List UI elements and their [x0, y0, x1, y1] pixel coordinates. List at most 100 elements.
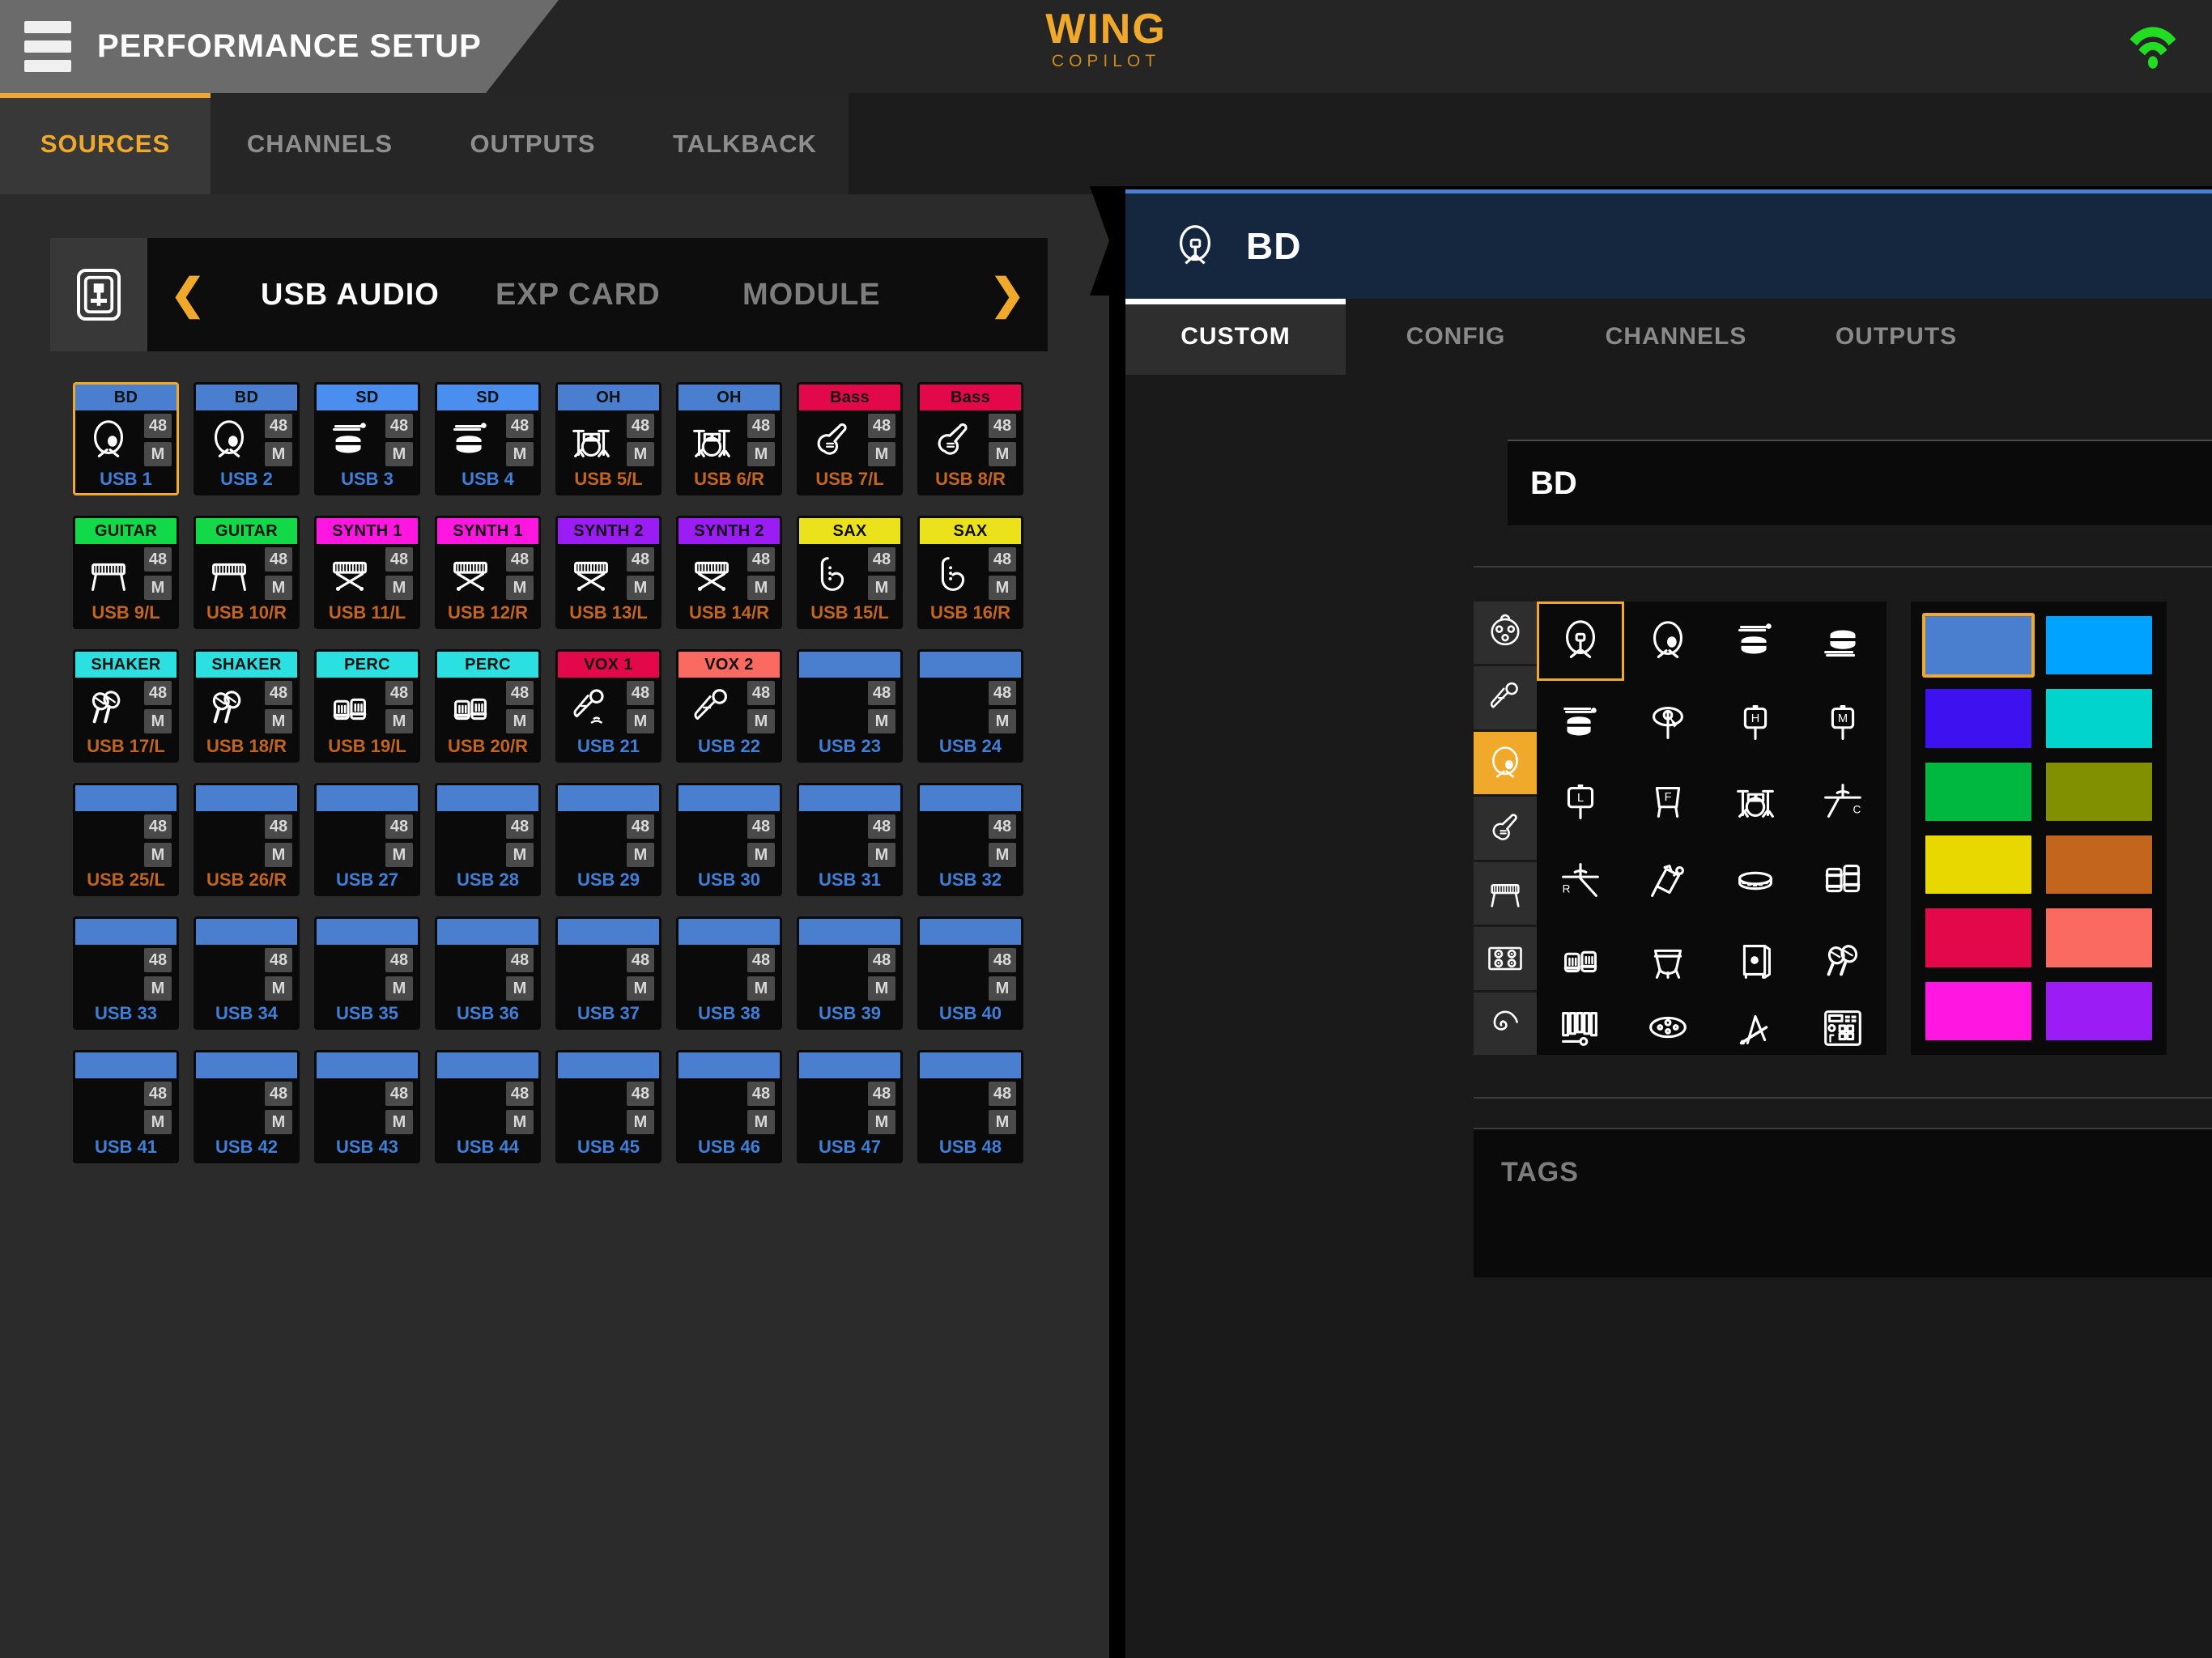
mode-badge[interactable]: M — [747, 709, 775, 733]
phantom-power-badge[interactable]: 48 — [747, 814, 775, 839]
phantom-power-badge[interactable]: 48 — [989, 948, 1016, 972]
source-tile[interactable]: 48 M USB 35 — [314, 916, 420, 1030]
mode-badge[interactable]: M — [627, 1110, 654, 1134]
source-tile[interactable]: 48 M USB 46 — [676, 1050, 782, 1163]
source-tile[interactable]: BD 48 M USB 2 — [194, 382, 300, 495]
bank-option-usb-audio[interactable]: USB AUDIO — [261, 278, 440, 312]
mode-badge[interactable]: M — [385, 976, 413, 1001]
mode-badge[interactable]: M — [506, 709, 534, 733]
mode-badge[interactable]: M — [144, 1110, 172, 1134]
phantom-power-badge[interactable]: 48 — [265, 414, 292, 438]
mode-badge[interactable]: M — [506, 976, 534, 1001]
color-swatch[interactable] — [1922, 979, 2035, 1044]
icon-category-microphone[interactable] — [1474, 666, 1537, 729]
icon-option[interactable] — [1712, 840, 1799, 920]
source-tile[interactable]: 48 M USB 40 — [917, 916, 1023, 1030]
phantom-power-badge[interactable]: 48 — [989, 1082, 1016, 1106]
icon-option[interactable]: M — [1799, 681, 1887, 760]
mode-badge[interactable]: M — [868, 843, 895, 867]
phantom-power-badge[interactable]: 48 — [627, 814, 654, 839]
mode-badge[interactable]: M — [144, 843, 172, 867]
source-tile[interactable]: 48 M USB 25/L — [73, 783, 179, 896]
source-tile[interactable]: SYNTH 2 48 M USB 13/L — [555, 516, 661, 629]
mode-badge[interactable]: M — [627, 709, 654, 733]
phantom-power-badge[interactable]: 48 — [868, 814, 895, 839]
phantom-power-badge[interactable]: 48 — [144, 814, 172, 839]
mode-badge[interactable]: M — [747, 1110, 775, 1134]
detail-tab-config[interactable]: CONFIG — [1346, 299, 1566, 375]
icon-option[interactable]: L — [1537, 761, 1624, 840]
phantom-power-badge[interactable]: 48 — [265, 681, 292, 705]
source-tile[interactable]: GUITAR 48 M USB 10/R — [194, 516, 300, 629]
color-swatch[interactable] — [2043, 613, 2155, 678]
source-tile[interactable]: 48 M USB 33 — [73, 916, 179, 1030]
mode-badge[interactable]: M — [144, 442, 172, 466]
phantom-power-badge[interactable]: 48 — [265, 814, 292, 839]
mode-badge[interactable]: M — [506, 442, 534, 466]
source-tile[interactable]: SYNTH 1 48 M USB 12/R — [435, 516, 541, 629]
icon-option[interactable] — [1712, 920, 1799, 1000]
mode-badge[interactable]: M — [747, 976, 775, 1001]
source-tile[interactable]: BD 48 M USB 1 — [73, 382, 179, 495]
detail-tab-custom[interactable]: CUSTOM — [1125, 299, 1346, 375]
icon-option[interactable] — [1799, 920, 1887, 1000]
source-tile[interactable]: 48 M USB 47 — [797, 1050, 903, 1163]
icon-option[interactable] — [1537, 1000, 1624, 1055]
mode-badge[interactable]: M — [385, 709, 413, 733]
mode-badge[interactable]: M — [627, 976, 654, 1001]
source-tile[interactable]: 48 M USB 26/R — [194, 783, 300, 896]
mode-badge[interactable]: M — [989, 843, 1016, 867]
icon-option[interactable] — [1537, 602, 1624, 682]
icon-option[interactable] — [1799, 840, 1887, 920]
source-tile[interactable]: 48 M USB 43 — [314, 1050, 420, 1163]
source-tile[interactable]: 48 M USB 34 — [194, 916, 300, 1030]
phantom-power-badge[interactable]: 48 — [747, 948, 775, 972]
mode-badge[interactable]: M — [385, 576, 413, 600]
mode-badge[interactable]: M — [265, 442, 292, 466]
phantom-power-badge[interactable]: 48 — [747, 547, 775, 572]
phantom-power-badge[interactable]: 48 — [627, 547, 654, 572]
mode-badge[interactable]: M — [506, 576, 534, 600]
source-tile[interactable]: 48 M USB 32 — [917, 783, 1023, 896]
icon-option[interactable]: C — [1799, 761, 1887, 840]
icon-option[interactable] — [1624, 1000, 1712, 1055]
phantom-power-badge[interactable]: 48 — [627, 948, 654, 972]
chevron-right-icon[interactable]: ❯ — [989, 274, 1025, 316]
source-tile[interactable]: SYNTH 1 48 M USB 11/L — [314, 516, 420, 629]
mode-badge[interactable]: M — [385, 843, 413, 867]
mode-badge[interactable]: M — [868, 576, 895, 600]
tags-field[interactable]: TAGS — [1474, 1128, 2212, 1278]
usb-device-icon[interactable] — [50, 268, 147, 321]
source-name-input[interactable]: BD — [1508, 440, 2212, 525]
mode-badge[interactable]: M — [868, 976, 895, 1001]
hamburger-menu-icon[interactable] — [24, 21, 71, 72]
source-tile[interactable]: GUITAR 48 M USB 9/L — [73, 516, 179, 629]
source-tile[interactable]: SHAKER 48 M USB 18/R — [194, 649, 300, 763]
mode-badge[interactable]: M — [989, 442, 1016, 466]
mode-badge[interactable]: M — [385, 442, 413, 466]
icon-option[interactable]: H — [1712, 681, 1799, 760]
source-tile[interactable]: VOX 2 48 M USB 22 — [676, 649, 782, 763]
color-swatch[interactable] — [1922, 905, 2035, 970]
source-tile[interactable]: SAX 48 M USB 15/L — [797, 516, 903, 629]
phantom-power-badge[interactable]: 48 — [868, 547, 895, 572]
icon-option[interactable]: F — [1624, 761, 1712, 840]
icon-option[interactable] — [1712, 602, 1799, 681]
phantom-power-badge[interactable]: 48 — [989, 414, 1016, 438]
color-swatch[interactable] — [1922, 613, 2035, 678]
phantom-power-badge[interactable]: 48 — [989, 547, 1016, 572]
mode-badge[interactable]: M — [506, 1110, 534, 1134]
icon-option[interactable] — [1712, 1000, 1799, 1055]
mode-badge[interactable]: M — [144, 709, 172, 733]
source-tile[interactable]: Bass 48 M USB 8/R — [917, 382, 1023, 495]
icon-category-ear-monitor[interactable] — [1474, 992, 1537, 1055]
phantom-power-badge[interactable]: 48 — [747, 1082, 775, 1106]
bank-option-exp-card[interactable]: EXP CARD — [496, 278, 661, 312]
phantom-power-badge[interactable]: 48 — [265, 948, 292, 972]
phantom-power-badge[interactable]: 48 — [747, 414, 775, 438]
icon-option[interactable] — [1624, 602, 1712, 681]
source-tile[interactable]: 48 M USB 23 — [797, 649, 903, 763]
phantom-power-badge[interactable]: 48 — [506, 814, 534, 839]
source-tile[interactable]: 48 M USB 45 — [555, 1050, 661, 1163]
source-tile[interactable]: SD 48 M USB 4 — [435, 382, 541, 495]
